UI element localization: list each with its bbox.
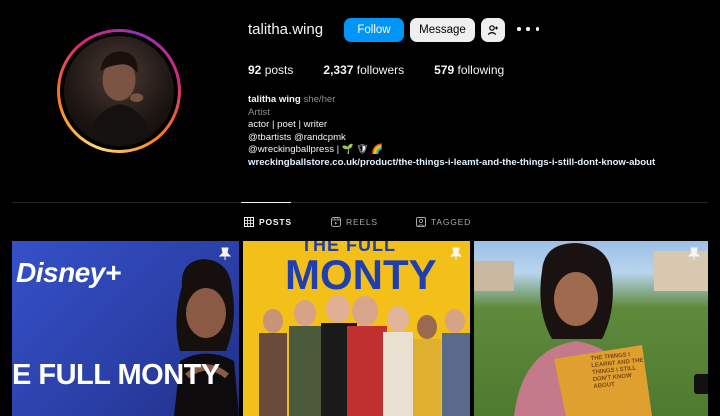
book-cover-text: THE THINGS I LEARNT AND THE THINGS I STI…	[590, 352, 644, 391]
tab-reels-label: REELS	[346, 217, 378, 227]
bio-line: actor | poet | writer	[248, 119, 328, 131]
posts-count: 92 posts	[248, 63, 294, 77]
following-link[interactable]: 579 following	[434, 63, 504, 77]
profile-full-name: talitha wing	[248, 94, 301, 105]
post-title-text: E FULL MONTY	[12, 359, 220, 391]
profile-bio: talitha wing she/her Artist actor | poet…	[248, 94, 655, 170]
suggested-accounts-button[interactable]	[481, 18, 505, 42]
follow-button[interactable]: Follow	[344, 18, 404, 42]
profile-category: Artist	[248, 106, 270, 118]
more-options-button[interactable]	[517, 22, 539, 36]
tab-posts-label: POSTS	[259, 217, 292, 227]
avatar	[64, 36, 174, 146]
post-poster-cast	[259, 295, 470, 416]
post-thumbnail[interactable]: THE FULL MONTY	[243, 241, 470, 416]
followers-link[interactable]: 2,337 followers	[323, 63, 404, 77]
profile-pronouns: she/her	[303, 94, 336, 105]
tab-tagged[interactable]: TAGGED	[416, 217, 471, 227]
avatar-portrait	[88, 51, 152, 146]
pin-icon	[218, 247, 232, 260]
post-thumbnail[interactable]: THE THINGS I LEARNT AND THE THINGS I STI…	[474, 241, 708, 416]
bio-mentions[interactable]: @tbartists @randcpmk	[248, 132, 655, 145]
profile-username: talitha.wing	[248, 21, 324, 38]
lock-icon	[694, 374, 708, 394]
message-button[interactable]: Message	[410, 18, 475, 42]
tab-reels[interactable]: REELS	[331, 217, 378, 227]
more-dot-icon	[535, 27, 539, 31]
bio-line[interactable]: @wreckingballpress | 🌱 🛡 🌈	[248, 144, 655, 157]
active-tab-indicator	[241, 202, 291, 203]
add-person-icon	[487, 25, 498, 35]
profile-avatar-ring[interactable]	[57, 29, 181, 153]
post-thumbnail[interactable]: Disney+ E FULL MONTY	[12, 241, 239, 416]
bio-external-link[interactable]: wreckingballstore.co.uk/product/the-thin…	[248, 157, 655, 170]
tagged-icon	[416, 217, 426, 227]
pin-icon	[449, 247, 463, 260]
post-photo-reader	[474, 243, 708, 416]
grid-icon	[244, 217, 254, 227]
more-dot-icon	[517, 27, 521, 31]
tab-tagged-label: TAGGED	[431, 217, 472, 227]
posts-grid: Disney+ E FULL MONTY THE FULL MONTY THE …	[12, 241, 708, 416]
avatar-border	[60, 32, 178, 150]
profile-stats: 92 posts 2,337 followers 579 following	[248, 63, 534, 77]
tabs-divider	[12, 202, 708, 203]
more-dot-icon	[526, 27, 530, 31]
reels-icon	[331, 217, 341, 227]
tab-posts[interactable]: POSTS	[244, 217, 292, 227]
pin-icon	[687, 247, 701, 260]
